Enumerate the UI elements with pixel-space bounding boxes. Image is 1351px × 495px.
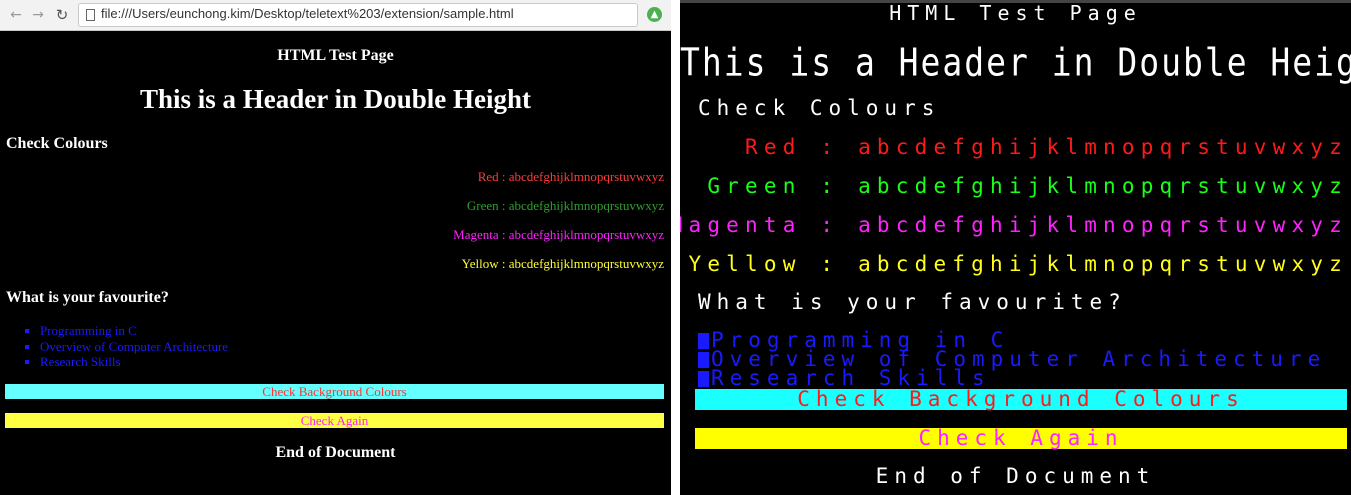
reload-icon[interactable]: ↻ <box>52 5 72 25</box>
background-check-yellow: Check Again <box>5 413 664 428</box>
double-height-header: This is a Header in Double Height <box>139 84 532 114</box>
favourite-question: What is your favourite? <box>6 289 169 306</box>
teletext-title: HTML Test Page <box>889 1 1142 25</box>
end-of-document: End of Document <box>275 444 396 461</box>
teletext-double-height-header: This is a Header in Double Height <box>680 40 1351 85</box>
panel-divider <box>671 0 680 495</box>
block-bullet-icon <box>698 371 709 387</box>
teletext-background-check-cyan: Check Background Colours <box>695 389 1347 410</box>
back-arrow-icon[interactable]: ← <box>6 5 26 25</box>
list-item: Research Skills <box>40 354 228 370</box>
teletext-screen: HTML Test Page This is a Header in Doubl… <box>680 0 1351 495</box>
teletext-green-text: Green : abcdefghijklmnopqrstuvwxyz <box>707 174 1348 198</box>
address-bar[interactable]: file:///Users/eunchong.kim/Desktop/telet… <box>78 3 638 27</box>
page-viewport: HTML Test Page This is a Header in Doubl… <box>0 32 671 495</box>
yellow-text: Yellow : abcdefghijklmnopqrstuvwxyz <box>461 256 664 271</box>
browser-toolbar: ← → ↻ file:///Users/eunchong.kim/Desktop… <box>0 0 671 31</box>
teletext-favourite-question: What is your favourite? <box>698 290 1127 314</box>
teletext-magenta-text: Magenta : abcdefghijklmnopqrstuvwxyz <box>680 213 1348 237</box>
extension-icon[interactable]: ▲ <box>647 7 662 22</box>
page-title: HTML Test Page <box>277 47 394 64</box>
magenta-text: Magenta : abcdefghijklmnopqrstuvwxyz <box>453 227 664 242</box>
teletext-red-text: Red : abcdefghijklmnopqrstuvwxyz <box>745 135 1348 159</box>
check-colours-heading: Check Colours <box>6 135 108 152</box>
list-item: Programming in C <box>40 323 228 339</box>
background-check-cyan: Check Background Colours <box>5 384 664 399</box>
green-text: Green : abcdefghijklmnopqrstuvwxyz <box>466 198 664 213</box>
favourite-list: Programming in C Overview of Computer Ar… <box>40 323 228 370</box>
block-bullet-icon <box>698 333 709 349</box>
forward-arrow-icon[interactable]: → <box>28 5 48 25</box>
red-text: Red : abcdefghijklmnopqrstuvwxyz <box>477 169 664 184</box>
teletext-end-of-document: End of Document <box>875 464 1156 488</box>
teletext-yellow-text: Yellow : abcdefghijklmnopqrstuvwxyz <box>688 252 1348 276</box>
teletext-list-item: Research Skills <box>698 368 991 389</box>
teletext-check-colours: Check Colours <box>698 96 941 120</box>
browser-window: ← → ↻ file:///Users/eunchong.kim/Desktop… <box>0 0 671 495</box>
list-item: Overview of Computer Architecture <box>40 339 228 355</box>
teletext-background-check-yellow: Check Again <box>695 428 1347 449</box>
page-icon <box>86 9 95 21</box>
url-text[interactable]: file:///Users/eunchong.kim/Desktop/telet… <box>101 6 514 21</box>
block-bullet-icon <box>698 352 709 368</box>
